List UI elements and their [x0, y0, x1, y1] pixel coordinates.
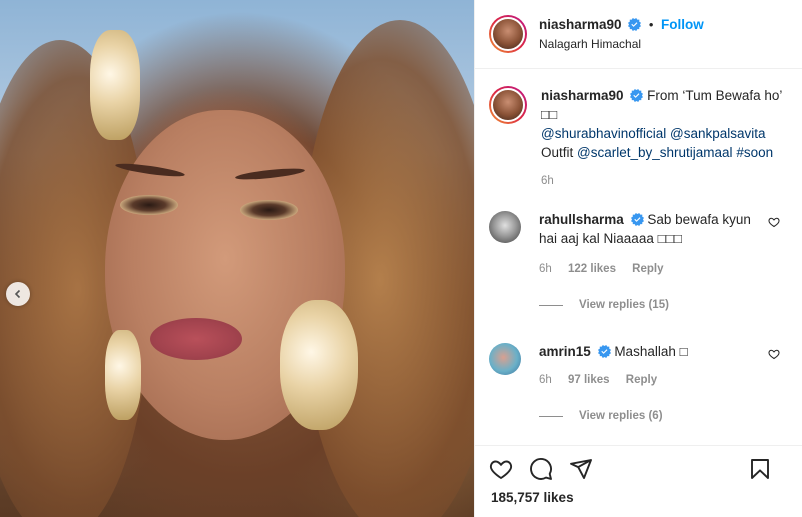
chevron-left-icon — [14, 289, 21, 299]
post-location[interactable]: Nalagarh Himachal — [539, 37, 704, 51]
commenter-avatar[interactable] — [489, 343, 521, 375]
comment-reply-button[interactable]: Reply — [632, 263, 663, 275]
verified-badge-icon — [597, 345, 611, 358]
comment-meta: 6h 97 likes Reply — [539, 371, 762, 390]
caption-time[interactable]: 6h — [541, 172, 788, 191]
save-button[interactable] — [748, 457, 772, 481]
comment-likes[interactable]: 97 likes — [568, 374, 610, 386]
caption-mention-2[interactable]: @sankpalsavita — [670, 126, 766, 141]
carousel-prev-button[interactable] — [6, 282, 30, 306]
view-replies-label: View replies (6) — [579, 410, 663, 422]
likes-count[interactable]: 185,757 likes — [475, 490, 802, 505]
post-header: niasharma90 • Follow Nalagarh Himachal — [475, 0, 802, 69]
replies-divider — [539, 305, 563, 306]
paper-plane-icon — [570, 459, 592, 479]
instagram-post: niasharma90 • Follow Nalagarh Himachal n… — [0, 0, 802, 517]
post-photo[interactable] — [0, 0, 474, 517]
caption-mention-3[interactable]: @scarlet_by_shrutijamaal — [577, 145, 733, 160]
author-username[interactable]: niasharma90 — [539, 17, 622, 32]
follow-button[interactable]: Follow — [661, 17, 704, 32]
verified-badge-icon — [628, 18, 642, 31]
comment-reply-button[interactable]: Reply — [626, 374, 657, 386]
comment-item: amrin15 Mashallah □ 6h 97 likes Reply Vi… — [475, 342, 802, 426]
caption-outfit-label: Outfit — [541, 145, 574, 160]
bookmark-icon — [751, 459, 769, 479]
caption-hashtag[interactable]: #soon — [736, 145, 773, 160]
commenter-avatar[interactable] — [489, 211, 521, 243]
photo-lips — [150, 318, 242, 360]
photo-eye-right — [240, 200, 298, 220]
view-replies-button[interactable]: View replies (15) — [539, 296, 762, 315]
comment-item: rahullsharma Sab bewafa kyun hai aaj kal… — [475, 210, 802, 315]
commenter-username[interactable]: amrin15 — [539, 344, 591, 359]
header-meta: niasharma90 • Follow Nalagarh Himachal — [539, 17, 704, 51]
comments-section[interactable]: niasharma90 From ‘Tum Bewafa ho’ □□ @shu… — [475, 70, 802, 445]
post-caption: niasharma90 From ‘Tum Bewafa ho’ □□ @shu… — [475, 70, 802, 191]
share-button[interactable] — [569, 457, 593, 481]
action-icons-row — [475, 446, 802, 492]
photo-earring-right — [280, 300, 358, 430]
comment-meta: 6h 122 likes Reply — [539, 260, 762, 279]
separator-dot: • — [648, 17, 654, 32]
comment-like-icon[interactable] — [768, 216, 780, 228]
post-sidebar: niasharma90 • Follow Nalagarh Himachal n… — [474, 0, 802, 517]
photo-eye-left — [120, 195, 178, 215]
comment-time[interactable]: 6h — [539, 263, 552, 275]
caption-avatar[interactable] — [489, 86, 527, 124]
photo-earring-left — [105, 330, 141, 420]
post-actions: 185,757 likes — [475, 445, 802, 517]
comment-button[interactable] — [529, 457, 553, 481]
verified-badge-icon — [630, 213, 644, 226]
like-button[interactable] — [489, 457, 513, 481]
comment-likes[interactable]: 122 likes — [568, 263, 616, 275]
verified-badge-icon — [630, 89, 644, 102]
caption-username[interactable]: niasharma90 — [541, 88, 624, 103]
comment-text: Mashallah □ — [614, 344, 688, 359]
comment-bubble-icon — [530, 457, 552, 480]
comment-time[interactable]: 6h — [539, 374, 552, 386]
caption-emoji: □□ — [541, 107, 558, 122]
caption-text: From ‘Tum Bewafa ho’ — [647, 88, 783, 103]
caption-mention-1[interactable]: @shurabhavinofficial — [541, 126, 666, 141]
replies-divider — [539, 416, 563, 417]
photo-maang-tikka — [90, 30, 140, 140]
author-avatar[interactable] — [489, 15, 527, 53]
view-replies-label: View replies (15) — [579, 299, 669, 311]
heart-icon — [489, 460, 513, 480]
commenter-username[interactable]: rahullsharma — [539, 212, 624, 227]
view-replies-button[interactable]: View replies (6) — [539, 407, 762, 426]
comment-like-icon[interactable] — [768, 348, 780, 360]
